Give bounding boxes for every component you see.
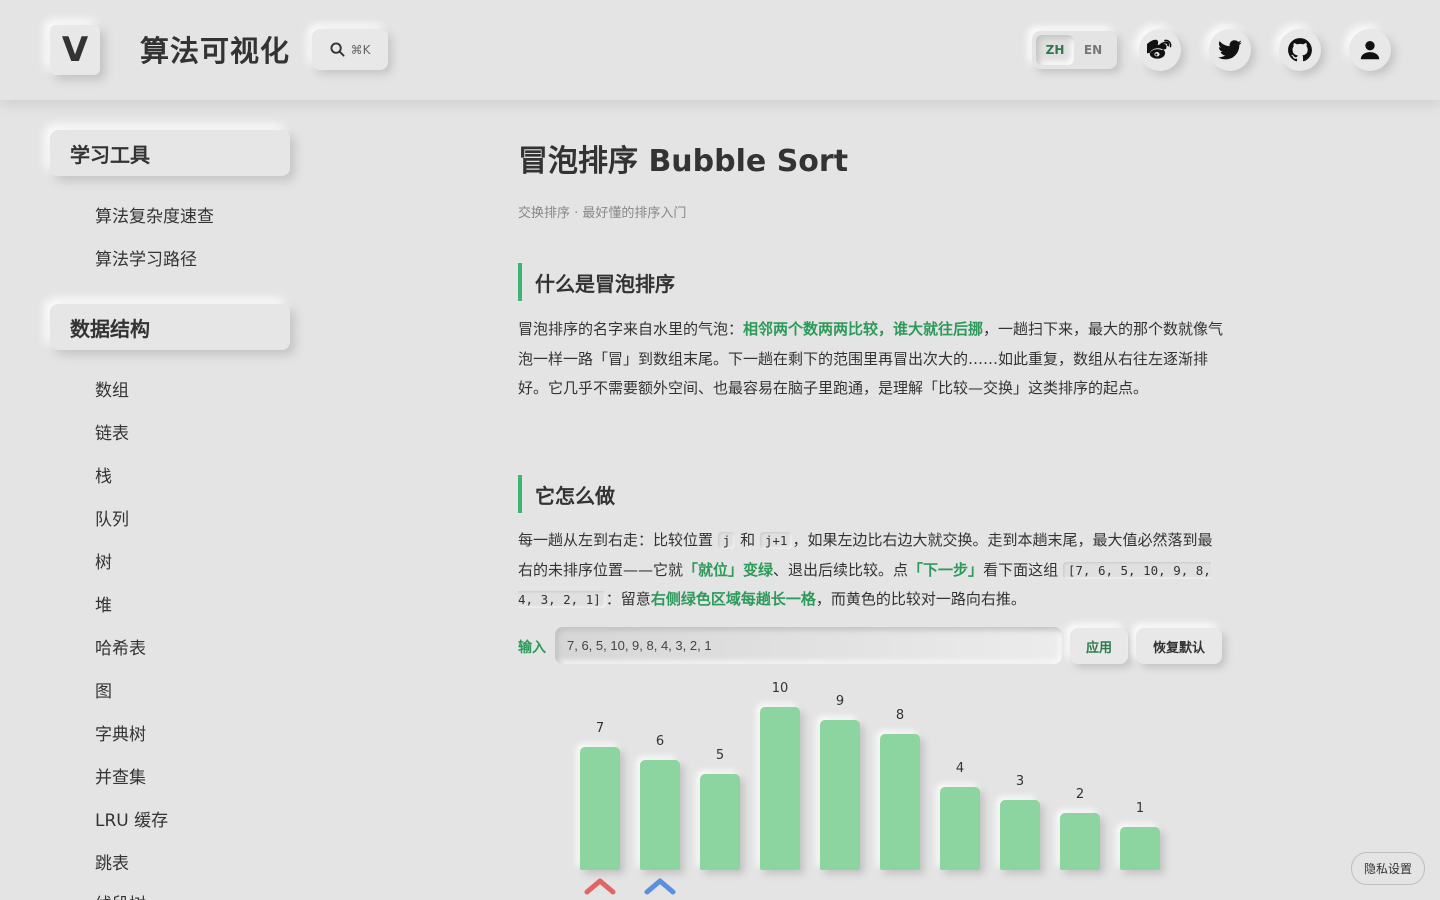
twitter-button[interactable] bbox=[1209, 29, 1251, 71]
code-j-plus-1: j+1 bbox=[759, 532, 793, 549]
array-bar bbox=[880, 733, 920, 870]
sidebar-item-skip-list[interactable]: 跳表 bbox=[95, 849, 129, 874]
input-row: 输入 应用 恢复默认 bbox=[518, 627, 1224, 665]
array-bar bbox=[760, 707, 800, 870]
array-bar bbox=[580, 746, 620, 870]
weibo-icon bbox=[1147, 39, 1172, 59]
bar-value-label: 2 bbox=[1075, 787, 1085, 803]
bar-value-label: 5 bbox=[715, 747, 725, 763]
site-logo[interactable]: V bbox=[50, 25, 100, 75]
privacy-settings-button[interactable]: 隐私设置 bbox=[1351, 852, 1425, 885]
language-toggle[interactable]: ZH EN bbox=[1032, 31, 1117, 69]
sidebar-item-tree[interactable]: 树 bbox=[95, 548, 112, 573]
compare-pointer-icon bbox=[584, 878, 616, 895]
sidebar-item-lru-cache[interactable]: LRU 缓存 bbox=[95, 806, 168, 831]
sidebar: 学习工具 算法复杂度速查 算法学习路径 数据结构 数组 链表 栈 队列 树 堆 … bbox=[0, 100, 340, 900]
top-header: V 算法可视化 ⌘K ZH EN bbox=[0, 0, 1440, 100]
array-bar bbox=[1060, 813, 1100, 870]
input-label: 输入 bbox=[518, 640, 546, 656]
bar-value-label: 8 bbox=[895, 707, 905, 723]
bar-value-label: 10 bbox=[771, 681, 789, 696]
sidebar-item-heap[interactable]: 堆 bbox=[95, 591, 112, 616]
sidebar-item-union-find[interactable]: 并查集 bbox=[95, 763, 146, 788]
sidebar-item-linked-list[interactable]: 链表 bbox=[95, 419, 129, 444]
bar-value-label: 4 bbox=[955, 760, 965, 776]
page-subtitle: 交换排序 · 最好懂的排序入门 bbox=[518, 206, 687, 221]
section-heading-how: 它怎么做 bbox=[518, 475, 1224, 513]
section-how-paragraph: 每一趟从左到右走：比较位置 j 和 j+1 ，如果左边比右边大就交换。走到本趟末尾… bbox=[518, 531, 1213, 609]
search-icon bbox=[330, 42, 345, 57]
github-icon bbox=[1288, 38, 1312, 62]
sidebar-item-learning-path[interactable]: 算法学习路径 bbox=[95, 245, 197, 270]
apply-button[interactable]: 应用 bbox=[1070, 628, 1128, 664]
code-j: j bbox=[717, 532, 736, 549]
bar-value-label: 9 bbox=[835, 694, 845, 710]
user-button[interactable] bbox=[1349, 29, 1391, 71]
lang-zh-option[interactable]: ZH bbox=[1036, 35, 1074, 65]
sidebar-item-queue[interactable]: 队列 bbox=[95, 505, 129, 530]
sidebar-item-complexity[interactable]: 算法复杂度速查 bbox=[95, 202, 214, 227]
bar-value-label: 7 bbox=[595, 720, 605, 736]
sidebar-item-array[interactable]: 数组 bbox=[95, 376, 129, 401]
array-bar bbox=[700, 773, 740, 870]
search-button[interactable]: ⌘K bbox=[312, 29, 388, 70]
sidebar-item-graph[interactable]: 图 bbox=[95, 677, 112, 702]
bar-value-label: 6 bbox=[655, 734, 665, 750]
weibo-button[interactable] bbox=[1139, 29, 1181, 71]
bubble-sort-visualization: 7 6 5 10 9 8 4 3 2 1 bbox=[518, 680, 1224, 900]
bar-value-label: 1 bbox=[1135, 800, 1145, 816]
array-bar bbox=[940, 786, 980, 870]
site-title[interactable]: 算法可视化 bbox=[140, 28, 290, 70]
sidebar-item-hash-table[interactable]: 哈希表 bbox=[95, 634, 146, 659]
sidebar-item-stack[interactable]: 栈 bbox=[95, 462, 112, 487]
reset-default-button[interactable]: 恢复默认 bbox=[1136, 628, 1222, 664]
array-bar bbox=[640, 760, 680, 870]
sidebar-section-tools[interactable]: 学习工具 bbox=[50, 130, 290, 176]
sidebar-item-trie[interactable]: 字典树 bbox=[95, 720, 146, 745]
sidebar-section-data-structures[interactable]: 数据结构 bbox=[50, 304, 290, 350]
github-button[interactable] bbox=[1279, 29, 1321, 71]
array-bar bbox=[1000, 800, 1040, 870]
bar-value-label: 3 bbox=[1015, 774, 1025, 790]
sidebar-item-segment-tree[interactable]: 线段树 bbox=[95, 890, 146, 900]
page-title: 冒泡排序 Bubble Sort bbox=[518, 144, 849, 179]
search-shortcut: ⌘K bbox=[350, 42, 371, 57]
compare-pointer-icon bbox=[644, 878, 676, 895]
array-bar bbox=[820, 720, 860, 870]
twitter-icon bbox=[1217, 40, 1242, 60]
user-icon bbox=[1360, 41, 1380, 60]
section-heading-what: 什么是冒泡排序 bbox=[518, 263, 1224, 301]
lang-en-option[interactable]: EN bbox=[1074, 35, 1112, 65]
array-input[interactable] bbox=[555, 627, 1062, 664]
section-what-paragraph: 冒泡排序的名字来自水里的气泡：相邻两个数两两比较，谁大就往后挪，一趟扫下来，最大… bbox=[518, 320, 1224, 398]
array-bar bbox=[1120, 826, 1160, 870]
